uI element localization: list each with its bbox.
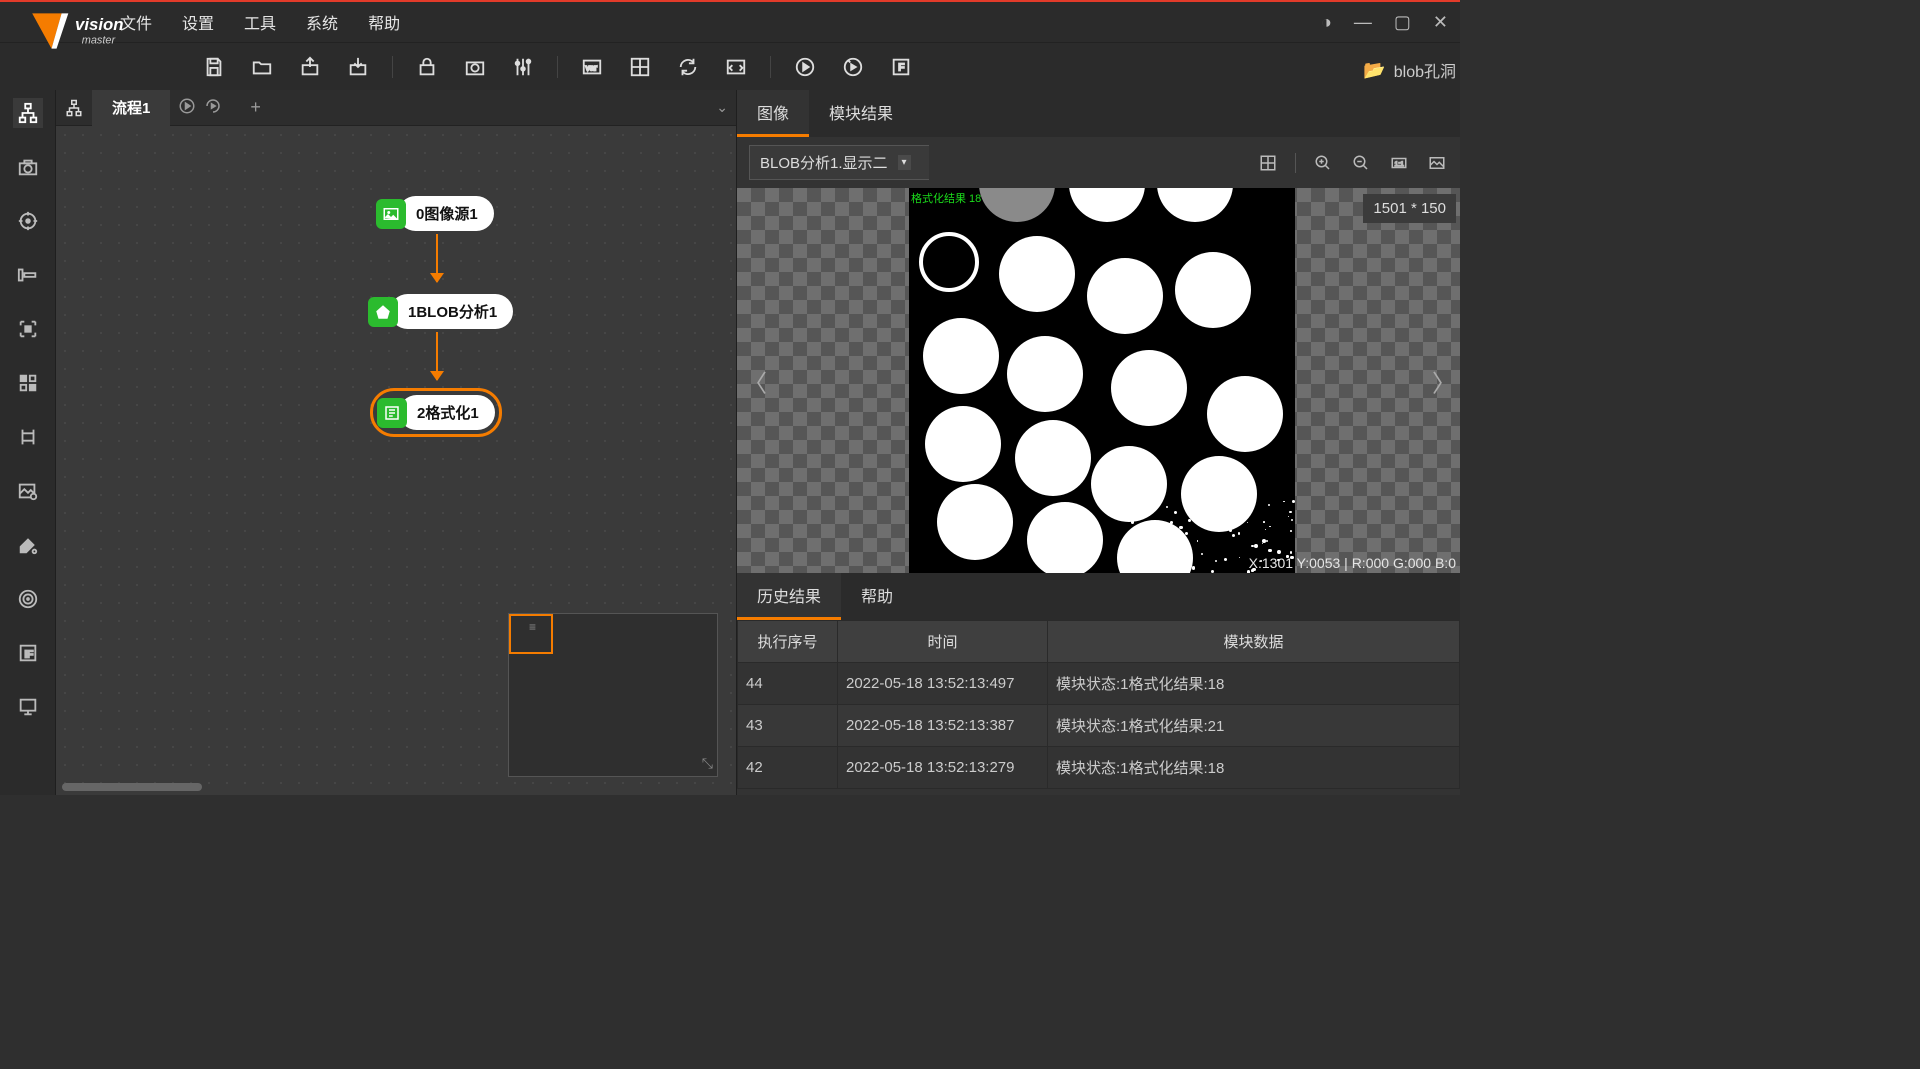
image-viewer[interactable]: 格式化结果 18 〈 〉 1501 * 150 X:1301 Y:0053 | … bbox=[737, 188, 1460, 573]
play-icon[interactable] bbox=[791, 53, 819, 81]
node-format-selected[interactable]: 2格式化1 bbox=[370, 388, 502, 437]
rail-flow-icon[interactable] bbox=[13, 98, 43, 128]
script-icon[interactable] bbox=[722, 53, 750, 81]
image-dimensions: 1501 * 150 bbox=[1363, 194, 1456, 223]
flow-dropdown-icon[interactable]: ⌄ bbox=[716, 99, 728, 116]
blob-icon bbox=[368, 297, 398, 327]
solution-dropdown[interactable]: 📂 blob孔洞 bbox=[1363, 58, 1456, 82]
flow-canvas[interactable]: 0图像源1 1BLOB分析1 2格式化1 ≡ ⤡ bbox=[56, 126, 736, 795]
image-source-dropdown[interactable]: BLOB分析1.显示二 ▾ bbox=[749, 145, 929, 180]
titlebar: 文件 设置 工具 系统 帮助 ◑ — ▢ ✕ bbox=[0, 2, 1460, 42]
history-table: 执行序号 时间 模块数据 442022-05-18 13:52:13:497模块… bbox=[737, 620, 1460, 789]
minimize-button[interactable]: — bbox=[1354, 12, 1372, 33]
rail-camera-icon[interactable] bbox=[13, 152, 43, 182]
save-icon[interactable] bbox=[200, 53, 228, 81]
refresh-icon[interactable] bbox=[674, 53, 702, 81]
th-seq: 执行序号 bbox=[738, 621, 838, 663]
right-tabs: 图像 模块结果 bbox=[737, 90, 1460, 137]
edge-2 bbox=[436, 332, 438, 380]
rail-paint-icon[interactable] bbox=[13, 530, 43, 560]
tab-image[interactable]: 图像 bbox=[737, 90, 809, 137]
menu-settings[interactable]: 设置 bbox=[182, 10, 214, 34]
node-label: 2格式化1 bbox=[399, 395, 495, 430]
table-row[interactable]: 442022-05-18 13:52:13:497模块状态:1格式化结果:18 bbox=[738, 663, 1460, 705]
rail-measure-icon[interactable] bbox=[13, 422, 43, 452]
menu-tools[interactable]: 工具 bbox=[244, 10, 276, 34]
play-loop-icon[interactable] bbox=[839, 53, 867, 81]
close-button[interactable]: ✕ bbox=[1433, 12, 1448, 33]
fit-icon[interactable]: 1:1 bbox=[1388, 152, 1410, 174]
variables-icon[interactable]: var bbox=[578, 53, 606, 81]
import-icon[interactable] bbox=[344, 53, 372, 81]
rail-pattern-icon[interactable] bbox=[13, 368, 43, 398]
form-icon[interactable]: F bbox=[887, 53, 915, 81]
maximize-button[interactable]: ▢ bbox=[1394, 12, 1411, 33]
node-label: 1BLOB分析1 bbox=[390, 294, 513, 329]
image-source-label: BLOB分析1.显示二 bbox=[760, 152, 888, 173]
rail-if-icon[interactable]: IF bbox=[13, 638, 43, 668]
main-toolbar: var F bbox=[0, 42, 1460, 90]
node-label: 0图像源1 bbox=[398, 196, 494, 231]
brand-sub: master bbox=[82, 35, 116, 47]
h-scrollbar[interactable] bbox=[62, 783, 728, 793]
brand-text: vision bbox=[75, 15, 124, 34]
layout-icon[interactable] bbox=[626, 53, 654, 81]
right-panel: 图像 模块结果 BLOB分析1.显示二 ▾ 1:1 bbox=[736, 90, 1460, 795]
grid-icon[interactable] bbox=[1257, 152, 1279, 174]
rail-roi-icon[interactable] bbox=[13, 314, 43, 344]
clock-icon[interactable]: ◑ bbox=[1321, 12, 1332, 33]
tab-help[interactable]: 帮助 bbox=[841, 573, 913, 620]
bottom-tabs: 历史结果 帮助 bbox=[737, 573, 1460, 620]
solution-name: blob孔洞 bbox=[1394, 58, 1456, 82]
folder-icon: 📂 bbox=[1363, 60, 1385, 81]
image-icon bbox=[376, 199, 406, 229]
minimap-viewport[interactable]: ≡ bbox=[509, 614, 553, 654]
zoom-in-icon[interactable] bbox=[1312, 152, 1334, 174]
svg-text:var: var bbox=[586, 63, 598, 72]
rail-image-tool-icon[interactable] bbox=[13, 476, 43, 506]
next-image-icon[interactable]: 〉 bbox=[1432, 363, 1456, 398]
flow-panel: 流程1 + ⌄ 0图像源1 1BLOB分析1 bbox=[56, 90, 736, 795]
rail-tool1-icon[interactable] bbox=[13, 260, 43, 290]
table-row[interactable]: 422022-05-18 13:52:13:279模块状态:1格式化结果:18 bbox=[738, 747, 1460, 789]
format-icon bbox=[377, 398, 407, 428]
svg-text:IF: IF bbox=[24, 650, 33, 661]
brand-logo: vision master bbox=[28, 10, 171, 52]
run-loop-icon[interactable] bbox=[204, 97, 222, 118]
blob-output-image bbox=[909, 188, 1295, 573]
expand-icon[interactable]: ⤡ bbox=[702, 755, 713, 772]
minimap[interactable]: ≡ ⤡ bbox=[508, 613, 718, 777]
run-once-icon[interactable] bbox=[178, 97, 196, 118]
add-flow-icon[interactable]: + bbox=[250, 97, 261, 118]
tab-module-result[interactable]: 模块结果 bbox=[809, 90, 913, 137]
prev-image-icon[interactable]: 〈 bbox=[743, 363, 767, 398]
rail-target-icon[interactable] bbox=[13, 206, 43, 236]
node-blob-analysis[interactable]: 1BLOB分析1 bbox=[368, 294, 513, 329]
edge-1 bbox=[436, 234, 438, 282]
chevron-down-icon: ▾ bbox=[898, 155, 911, 170]
svg-text:1:1: 1:1 bbox=[1395, 161, 1405, 168]
left-toolbox-rail: IF bbox=[0, 90, 56, 795]
tab-history[interactable]: 历史结果 bbox=[737, 573, 841, 620]
sliders-icon[interactable] bbox=[509, 53, 537, 81]
svg-text:F: F bbox=[898, 62, 904, 73]
th-data: 模块数据 bbox=[1048, 621, 1460, 663]
table-row[interactable]: 432022-05-18 13:52:13:387模块状态:1格式化结果:21 bbox=[738, 705, 1460, 747]
node-image-source[interactable]: 0图像源1 bbox=[376, 196, 494, 231]
th-time: 时间 bbox=[838, 621, 1048, 663]
overlay-result-text: 格式化结果 18 bbox=[911, 190, 981, 206]
flow-group-icon[interactable] bbox=[56, 99, 92, 117]
menu-system[interactable]: 系统 bbox=[306, 10, 338, 34]
lock-icon[interactable] bbox=[413, 53, 441, 81]
zoom-out-icon[interactable] bbox=[1350, 152, 1372, 174]
pixel-readout: X:1301 Y:0053 | R:000 G:000 B:0 bbox=[1249, 555, 1456, 571]
fullscreen-icon[interactable] bbox=[1426, 152, 1448, 174]
rail-spiral-icon[interactable] bbox=[13, 584, 43, 614]
rail-output-icon[interactable] bbox=[13, 692, 43, 722]
flow-tab-1[interactable]: 流程1 bbox=[92, 90, 170, 126]
menu-help[interactable]: 帮助 bbox=[368, 10, 400, 34]
open-icon[interactable] bbox=[248, 53, 276, 81]
camera-icon[interactable] bbox=[461, 53, 489, 81]
export-icon[interactable] bbox=[296, 53, 324, 81]
